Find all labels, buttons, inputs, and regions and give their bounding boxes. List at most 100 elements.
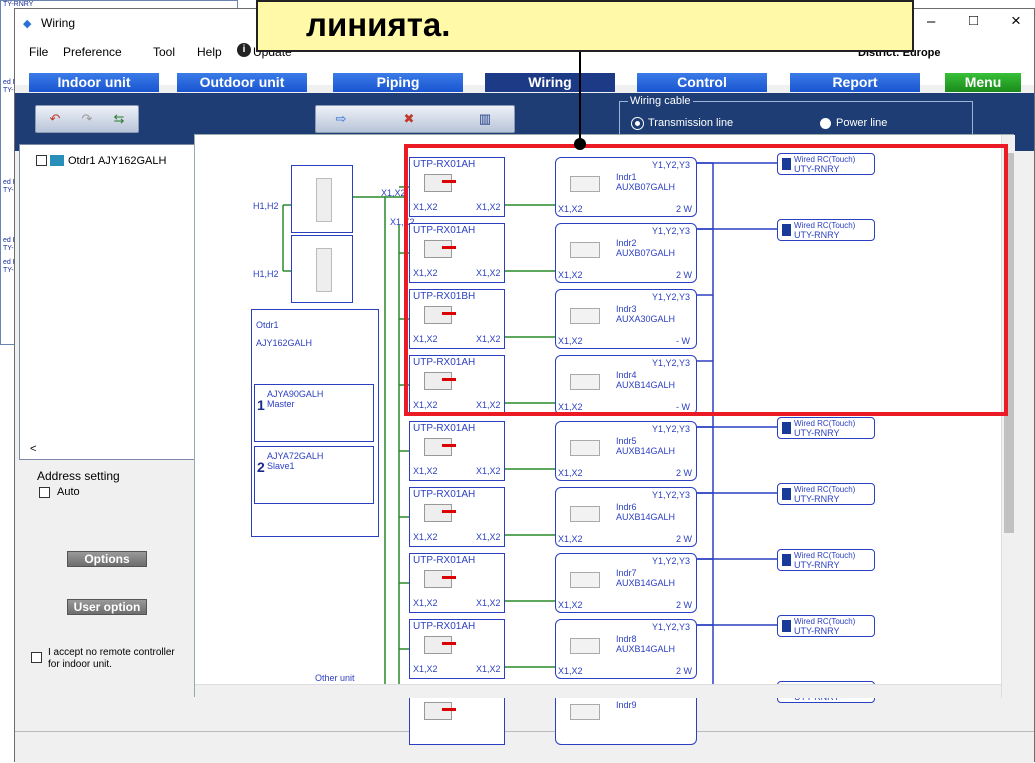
- power-label[interactable]: Power line: [836, 117, 887, 129]
- trash-icon[interactable]: ▥: [470, 109, 500, 129]
- unit-number: 2: [257, 459, 265, 475]
- accept-label-line1: I accept no remote controller: [48, 647, 175, 658]
- indoor-unit-box[interactable]: Y1,Y2,Y3 Indr8 AUXB14GALH X1,X2 2 W: [555, 619, 697, 679]
- tab-bar: Indoor unit Outdoor unit Piping Wiring C…: [15, 59, 1034, 92]
- indoor-terminal-left: X1,X2: [558, 468, 583, 478]
- tab-piping[interactable]: Piping: [333, 73, 463, 92]
- adapter-icon: [424, 570, 452, 588]
- outdoor-unit-2[interactable]: AJYA72GALH Slave1 2: [254, 446, 374, 504]
- tab-report[interactable]: Report: [790, 73, 920, 92]
- indoor-terminal-left: X1,X2: [558, 600, 583, 610]
- remote-controller-box[interactable]: Wired RC(Touch)UTY-RNRY: [777, 483, 875, 505]
- tree-checkbox[interactable]: [36, 155, 47, 166]
- adapter-icon: [424, 504, 452, 522]
- auto-checkbox[interactable]: [39, 487, 50, 498]
- delete-wire-icon[interactable]: ✖: [394, 109, 424, 129]
- indoor-model: AUXB14GALH: [616, 578, 676, 588]
- remote-controller-box[interactable]: Wired RC(Touch)UTY-RNRY: [777, 549, 875, 571]
- adapter-terminal-left: X1,X2: [413, 664, 438, 674]
- indoor-unit-box[interactable]: Y1,Y2,Y3 Indr5 AUXB14GALH X1,X2 2 W: [555, 421, 697, 481]
- remote-model: UTY-RNRY: [794, 560, 840, 570]
- window-title: Wiring: [41, 16, 76, 30]
- indoor-unit-box[interactable]: Y1,Y2,Y3 Indr6 AUXB14GALH X1,X2 2 W: [555, 487, 697, 547]
- other-unit-label: Other unit: [315, 673, 355, 683]
- tab-wiring[interactable]: Wiring: [485, 73, 615, 92]
- adapter-box[interactable]: UTP-RX01AH X1,X2 X1,X2: [409, 619, 505, 679]
- adapter-terminal-left: X1,X2: [413, 532, 438, 542]
- remote-model: UTY-RNRY: [794, 494, 840, 504]
- options-button[interactable]: Options: [67, 551, 147, 567]
- redo-icon[interactable]: ↷: [72, 109, 102, 129]
- unit-role: Master: [267, 399, 295, 409]
- adapter-icon: [424, 636, 452, 654]
- cassette-icon: [570, 506, 600, 522]
- menu-help[interactable]: Help: [197, 45, 222, 59]
- indoor-terminal-left: X1,X2: [558, 666, 583, 676]
- scroll-left-arrow[interactable]: <: [30, 443, 36, 455]
- adapter-terminal-right: X1,X2: [476, 532, 501, 542]
- undo-icon[interactable]: ↶: [40, 109, 70, 129]
- adapter-box[interactable]: UTP-RX01AH X1,X2 X1,X2: [409, 487, 505, 547]
- accept-checkbox[interactable]: [31, 652, 42, 663]
- power-radio[interactable]: [820, 118, 831, 129]
- horizontal-scrollbar[interactable]: [195, 684, 1001, 698]
- auto-label: Auto: [57, 486, 80, 498]
- h-terminal-label: H1,H2: [253, 201, 279, 211]
- remote-controller-box[interactable]: Wired RC(Touch)UTY-RNRY: [777, 417, 875, 439]
- menu-file[interactable]: File: [29, 45, 48, 59]
- indoor-name: Indr7: [616, 568, 637, 578]
- callout-box: линията.: [256, 0, 914, 52]
- adapter-icon: [424, 438, 452, 456]
- indoor-name: Indr5: [616, 436, 637, 446]
- tree-item-otdr1[interactable]: Otdr1 AJY162GALH: [68, 155, 166, 167]
- indoor-model: AUXB14GALH: [616, 512, 676, 522]
- adapter-box[interactable]: UTP-RX01AH X1,X2 X1,X2: [409, 421, 505, 481]
- transmission-radio[interactable]: [632, 118, 643, 129]
- unit-model: AJYA72GALH: [267, 451, 324, 461]
- menu-preference[interactable]: Preference: [63, 45, 122, 59]
- adapter-terminal-left: X1,X2: [413, 598, 438, 608]
- menu-button[interactable]: Menu: [945, 73, 1021, 92]
- auto-wire-icon[interactable]: ⇆: [104, 109, 134, 129]
- menu-tool[interactable]: Tool: [153, 45, 175, 59]
- remote-model: UTY-RNRY: [794, 428, 840, 438]
- adapter-wire-icon: [442, 708, 456, 711]
- tab-outdoor-unit[interactable]: Outdoor unit: [177, 73, 307, 92]
- outdoor-unit-master-image[interactable]: [291, 165, 353, 233]
- minimize-button[interactable]: –: [927, 13, 935, 30]
- tab-control[interactable]: Control: [637, 73, 767, 92]
- toolbar-group-1: ↶ ↷ ⇆: [35, 105, 139, 133]
- outdoor-unit-1[interactable]: AJYA90GALH Master 1: [254, 384, 374, 442]
- outdoor-system-box[interactable]: Otdr1 AJY162GALH AJYA90GALH Master 1 AJY…: [251, 309, 379, 537]
- remote-model: UTY-RNRY: [794, 626, 840, 636]
- move-icon[interactable]: ⇨: [326, 109, 356, 129]
- indoor-model: AUXB14GALH: [616, 446, 676, 456]
- adapter-terminal-left: X1,X2: [413, 466, 438, 476]
- user-option-button[interactable]: User option: [67, 599, 147, 615]
- adapter-terminal-right: X1,X2: [476, 664, 501, 674]
- h-terminal-label: H1,H2: [253, 269, 279, 279]
- transmission-label[interactable]: Transmission line: [648, 117, 733, 129]
- outdoor-unit-slave-image[interactable]: [291, 235, 353, 303]
- adapter-terminal-right: X1,X2: [476, 598, 501, 608]
- status-bar: [15, 731, 1034, 763]
- wiring-cable-group: Wiring cable Transmission line Power lin…: [619, 95, 973, 137]
- unit-model: AJYA90GALH: [267, 389, 324, 399]
- indoor-name: Indr8: [616, 634, 637, 644]
- outdoor-unit-icon: [316, 178, 332, 222]
- update-icon[interactable]: i: [237, 43, 251, 57]
- indoor-unit-box[interactable]: Y1,Y2,Y3 Indr7 AUXB14GALH X1,X2 2 W: [555, 553, 697, 613]
- wiring-cable-title: Wiring cable: [628, 95, 693, 107]
- tab-indoor-unit[interactable]: Indoor unit: [29, 73, 159, 92]
- outdoor-unit-icon: [50, 155, 64, 166]
- adapter-box[interactable]: UTP-RX01AH X1,X2 X1,X2: [409, 553, 505, 613]
- toolbar-group-2: ⇨ ✖ ▥: [315, 105, 515, 133]
- remote-controller-box[interactable]: Wired RC(Touch)UTY-RNRY: [777, 615, 875, 637]
- indoor-terminals: Y1,Y2,Y3: [652, 424, 691, 434]
- unit-role: Slave1: [267, 461, 295, 471]
- close-button[interactable]: ×: [1011, 11, 1021, 31]
- maximize-button[interactable]: □: [969, 12, 978, 29]
- unit-number: 1: [257, 397, 265, 413]
- adapter-wire-icon: [442, 576, 456, 579]
- adapter-wire-icon: [442, 444, 456, 447]
